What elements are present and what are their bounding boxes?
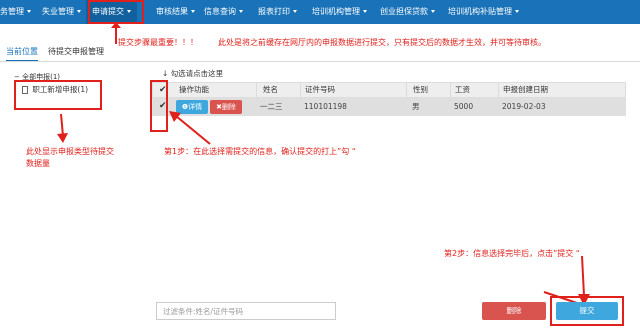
column-header-operations: 操作功能 [179,85,209,94]
nav-item-training-institution-management[interactable]: 培训机构管理 [312,0,367,24]
tab-current-position[interactable]: 当前位置 [6,44,38,62]
chevron-down-icon [515,10,519,13]
cell-salary: 5000 [454,102,474,111]
nav-item-info-query[interactable]: 信息查询 [204,0,243,24]
highlight-box-tree [14,80,102,110]
cell-name: 一二三 [260,102,283,111]
column-header-salary: 工资 [455,85,470,94]
filter-input[interactable] [156,302,336,320]
table-row[interactable]: ✔ ❶详情 ✖删除 一二三 110101198 男 5000 2019-02-0… [152,98,626,116]
cell-gender: 男 [412,102,420,111]
highlight-box-nav [88,0,144,24]
annotation-left-note-line2: 数据量 [26,159,50,168]
highlight-box-submit [550,296,624,326]
arrow-down-icon: ↓ [162,69,169,78]
chevron-down-icon [431,10,435,13]
annotation-left-note-line1: 此处显示申报类型待提交 [26,147,114,156]
column-header-name: 姓名 [263,85,278,94]
row-delete-button[interactable]: ✖删除 [210,100,242,114]
chevron-down-icon [191,10,195,13]
column-header-created-date: 申报创建日期 [503,85,548,94]
chevron-down-icon [363,10,367,13]
chevron-down-icon [239,10,243,13]
check-hint: ↓ 勾选请点击这里 [162,68,223,79]
annotation-top-note-1: 提交步骤最重要！！！ [118,38,198,47]
cell-created-date: 2019-02-03 [502,102,546,111]
chevron-down-icon [27,10,31,13]
annotation-top-note-2: 此处是将之前缓存在网厅内的申报数据进行提交，只有提交后的数据才生效，并可等待审核… [218,38,546,47]
nav-item-review-results[interactable]: 审核结果 [156,0,195,24]
nav-item-unemployment-management[interactable]: 失业管理 [42,0,81,24]
annotation-arrow-icon [169,111,211,145]
tab-pending-submission[interactable]: 待提交申报管理 [48,44,104,60]
annotation-arrow-icon [57,113,68,143]
nav-item-training-subsidy-management[interactable]: 培训机构补贴管理 [448,0,519,24]
cell-id-number: 110101198 [304,102,347,111]
chevron-down-icon [293,10,297,13]
nav-item-business-management[interactable]: 务管理 [0,0,31,24]
column-header-id-number: 证件号码 [305,85,335,94]
annotation-step1: 第1步：在此选择需提交的信息，确认提交的打上”勾 “ [164,147,356,156]
tab-divider [0,61,640,62]
check-hint-label: 勾选请点击这里 [170,69,224,78]
table-header: ✔ 操作功能 姓名 证件号码 性别 工资 申报创建日期 [152,82,626,98]
chevron-down-icon [77,10,81,13]
nav-item-report-print[interactable]: 报表打印 [258,0,297,24]
nav-item-startup-loan[interactable]: 创业担保贷款 [380,0,435,24]
delete-button[interactable]: 删除 [482,302,546,320]
column-header-gender: 性别 [413,85,428,94]
